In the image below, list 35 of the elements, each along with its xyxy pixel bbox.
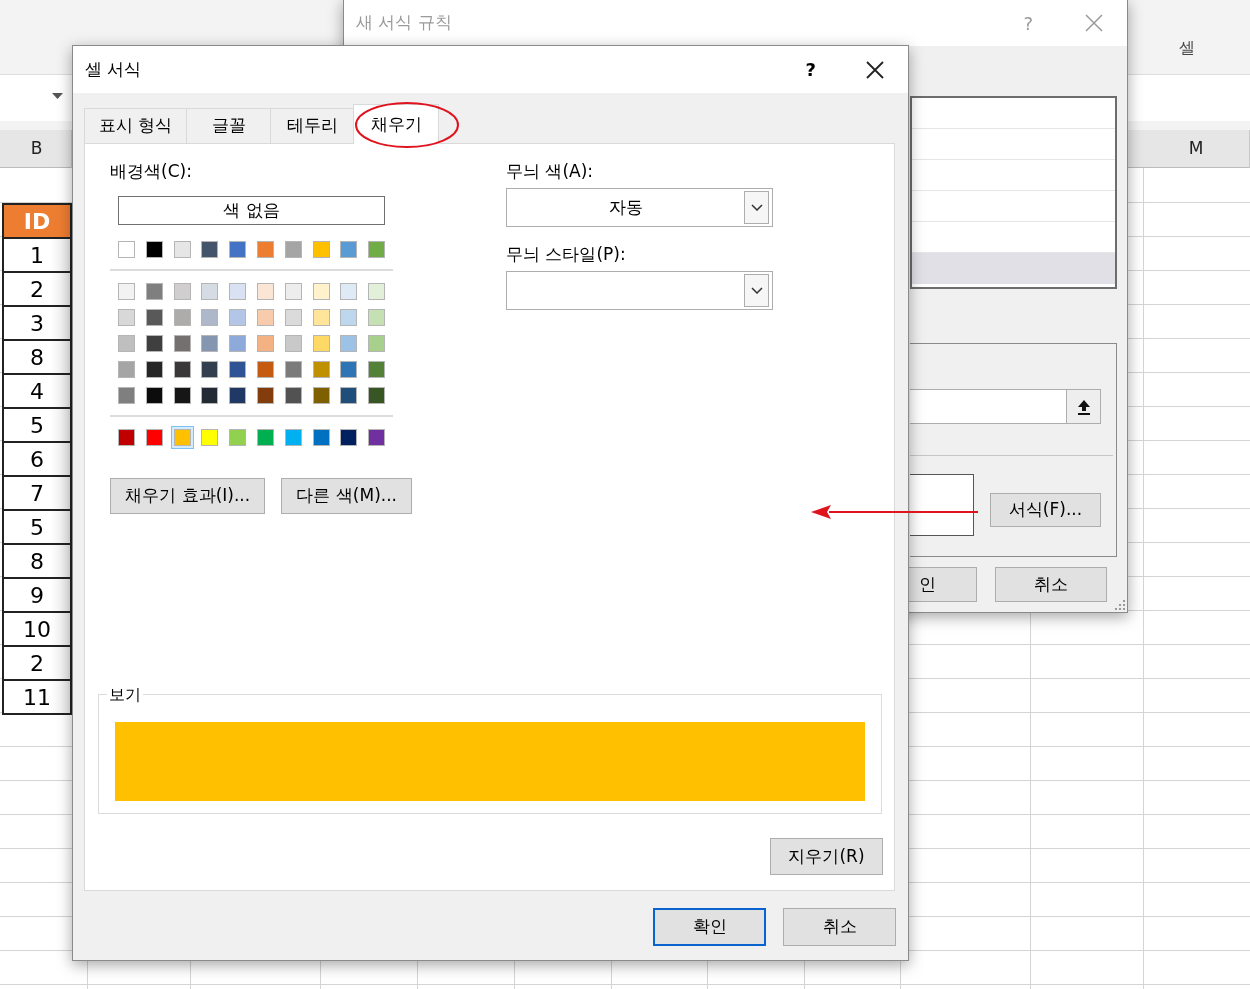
window-title: 새 서식 규칙 [356, 11, 453, 35]
table-cell: 2 [4, 647, 70, 681]
table-cell: 6 [4, 443, 70, 477]
window-title: 셀 서식 [85, 57, 143, 81]
table-cell: 11 [4, 681, 70, 715]
table-cell: 8 [4, 341, 70, 375]
pattern-style-label: 무늬 스타일(P): [506, 243, 627, 265]
table-cell: 5 [4, 511, 70, 545]
format-button[interactable]: 서식(F)... [990, 493, 1101, 527]
table-cell: 1 [4, 239, 70, 273]
table-cell: 7 [4, 477, 70, 511]
more-colors-button[interactable]: 다른 색(M)... [281, 478, 412, 514]
ribbon-group-label: 셀 [1179, 37, 1195, 59]
pattern-color-dropdown[interactable]: 자동 [506, 188, 773, 227]
tab[interactable]: 표시 형식 [84, 108, 187, 143]
table-cell: 2 [4, 273, 70, 307]
background-color-label: 배경색(C): [110, 160, 193, 182]
tab[interactable]: 채우기 [353, 104, 439, 144]
header-cell: ID [4, 205, 70, 239]
cancel-button[interactable]: 취소 [783, 908, 896, 946]
table-cell: 4 [4, 375, 70, 409]
ok-button[interactable]: 인 [909, 567, 977, 602]
column-header[interactable]: M [1143, 130, 1250, 168]
ok-button[interactable]: 확인 [653, 908, 766, 946]
no-color-button[interactable]: 색 없음 [118, 196, 385, 225]
fill-effects-button[interactable]: 채우기 효과(I)... [110, 478, 266, 514]
table-cell: 10 [4, 613, 70, 647]
table-cell: 9 [4, 579, 70, 613]
table-cell: 5 [4, 409, 70, 443]
pattern-color-label: 무늬 색(A): [506, 160, 595, 182]
table-cell: 3 [4, 307, 70, 341]
table-cell: 8 [4, 545, 70, 579]
help-button[interactable]: ? [805, 56, 816, 83]
cancel-button[interactable]: 취소 [995, 567, 1107, 602]
clear-button[interactable]: 지우기(R) [770, 838, 883, 875]
